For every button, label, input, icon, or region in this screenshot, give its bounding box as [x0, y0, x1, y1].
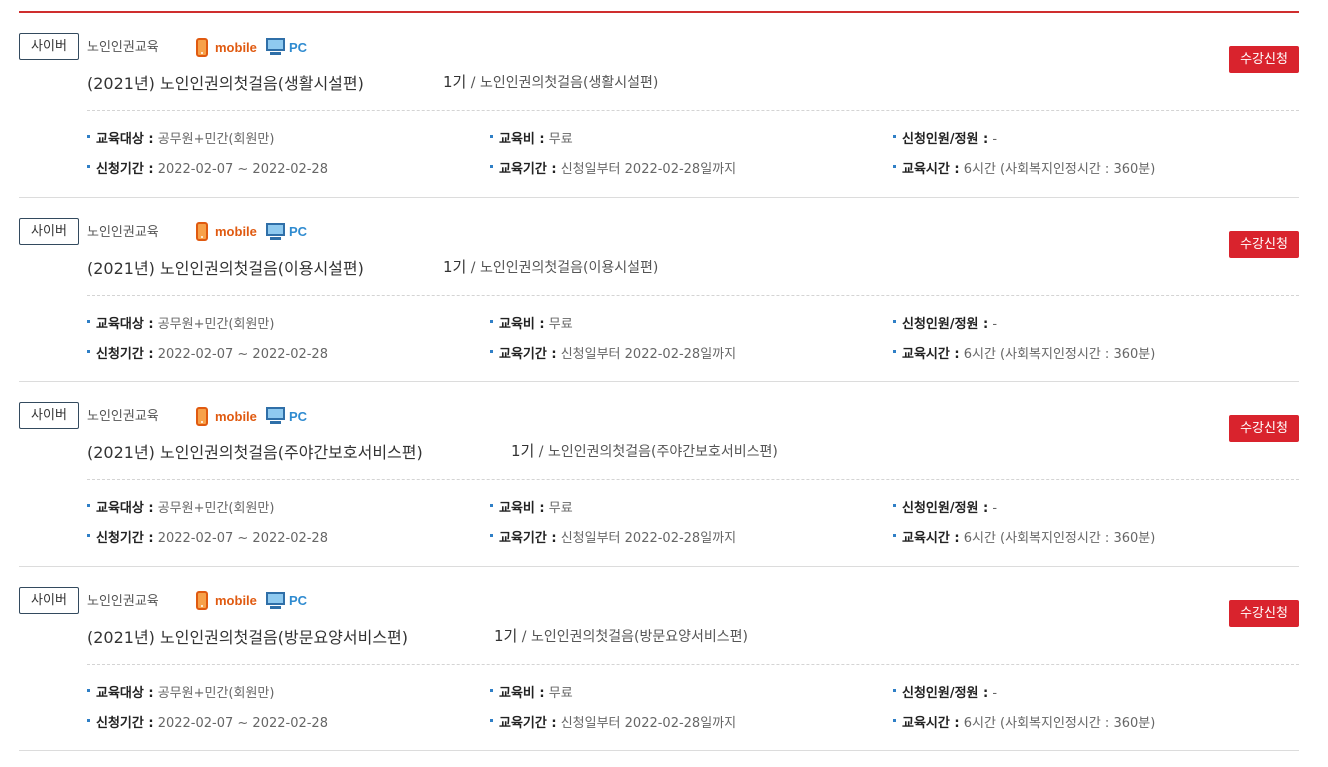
info-edu-period: 교육기간 : 신청일부터 2022-02-28일까지: [490, 527, 736, 546]
info-apply-period: 신청기간 : 2022-02-07 ~ 2022-02-28: [87, 343, 328, 362]
mobile-support: mobile: [196, 36, 257, 58]
course-round: 1기 / 노인인권의첫걸음(생활시설편): [443, 71, 658, 92]
round-number: 1기: [443, 257, 467, 276]
info-quota: 신청인원/정원 : -: [893, 497, 997, 516]
info-fee: 교육비 : 무료: [490, 497, 573, 516]
info-apply-period: 신청기간 : 2022-02-07 ~ 2022-02-28: [87, 158, 328, 177]
apply-button[interactable]: 수강신청: [1229, 415, 1299, 442]
course-item: 사이버 노인인권교육 mobile PC 수강신청 (2021년) 노인인권의첫…: [19, 567, 1299, 751]
round-number: 1기: [511, 442, 535, 460]
apply-button[interactable]: 수강신청: [1229, 46, 1299, 73]
pc-support: PC: [266, 221, 307, 243]
mobile-label: mobile: [215, 224, 257, 239]
apply-button[interactable]: 수강신청: [1229, 230, 1299, 258]
smartphone-icon: [196, 37, 208, 57]
smartphone-icon: [196, 222, 208, 241]
round-course-name: / 노인인권의첫걸음(방문요양서비스편): [517, 628, 748, 645]
info-fee: 교육비 : 무료: [490, 128, 573, 147]
info-edu-time: 교육시간 : 6시간 (사회복지인정시간 : 360분): [893, 158, 1155, 177]
info-edu-time: 교육시간 : 6시간 (사회복지인정시간 : 360분): [893, 343, 1155, 362]
info-apply-period: 신청기간 : 2022-02-07 ~ 2022-02-28: [87, 527, 328, 546]
info-target: 교육대상 : 공무원+민간(회원만): [87, 313, 274, 332]
mobile-label: mobile: [215, 593, 257, 608]
monitor-icon: [266, 591, 285, 610]
course-category: 노인인권교육: [87, 409, 159, 424]
pc-label: PC: [289, 39, 308, 55]
monitor-icon: [266, 407, 285, 425]
info-edu-time: 교육시간 : 6시간 (사회복지인정시간 : 360분): [893, 712, 1155, 731]
round-course-name: / 노인인권의첫걸음(주야간보호서비스편): [534, 444, 778, 460]
mobile-label: mobile: [215, 39, 257, 55]
course-type-badge: 사이버: [19, 586, 79, 614]
divider: [87, 663, 1299, 665]
pc-support: PC: [266, 36, 307, 58]
info-quota: 신청인원/정원 : -: [893, 313, 997, 332]
info-edu-period: 교육기간 : 신청일부터 2022-02-28일까지: [490, 158, 736, 177]
info-apply-period: 신청기간 : 2022-02-07 ~ 2022-02-28: [87, 712, 328, 731]
info-fee: 교육비 : 무료: [490, 313, 573, 332]
round-number: 1기: [443, 73, 467, 91]
mobile-label: mobile: [215, 408, 257, 424]
info-quota: 신청인원/정원 : -: [893, 128, 997, 147]
course-type-badge: 사이버: [19, 402, 79, 429]
course-title[interactable]: (2021년) 노인인권의첫걸음(이용시설편): [87, 255, 364, 279]
apply-button[interactable]: 수강신청: [1229, 599, 1299, 627]
course-round: 1기 / 노인인권의첫걸음(주야간보호서비스편): [511, 440, 778, 461]
monitor-icon: [266, 38, 285, 56]
course-category: 노인인권교육: [87, 224, 159, 240]
divider: [87, 294, 1299, 296]
pc-support: PC: [266, 405, 307, 427]
divider: [87, 479, 1299, 480]
course-type-badge: 사이버: [19, 33, 79, 60]
mobile-support: mobile: [196, 221, 257, 243]
course-item: 사이버 노인인권교육 mobile PC 수강신청 (2021년) 노인인권의첫…: [19, 382, 1299, 567]
pc-label: PC: [289, 593, 308, 608]
course-title[interactable]: (2021년) 노인인권의첫걸음(방문요양서비스편): [87, 624, 408, 648]
pc-label: PC: [289, 408, 308, 424]
info-target: 교육대상 : 공무원+민간(회원만): [87, 497, 274, 516]
course-type-badge: 사이버: [19, 217, 79, 245]
course-title[interactable]: (2021년) 노인인권의첫걸음(주야간보호서비스편): [87, 439, 423, 463]
info-fee: 교육비 : 무료: [490, 682, 573, 701]
info-target: 교육대상 : 공무원+민간(회원만): [87, 128, 274, 147]
course-list: 사이버 노인인권교육 mobile PC 수강신청 (2021년) 노인인권의첫…: [19, 13, 1299, 751]
mobile-support: mobile: [196, 405, 257, 427]
info-quota: 신청인원/정원 : -: [893, 682, 997, 701]
info-edu-time: 교육시간 : 6시간 (사회복지인정시간 : 360분): [893, 527, 1155, 546]
info-edu-period: 교육기간 : 신청일부터 2022-02-28일까지: [490, 343, 736, 362]
round-number: 1기: [494, 626, 518, 645]
smartphone-icon: [196, 406, 208, 426]
course-category: 노인인권교육: [87, 593, 159, 609]
smartphone-icon: [196, 591, 208, 610]
course-item: 사이버 노인인권교육 mobile PC 수강신청 (2021년) 노인인권의첫…: [19, 198, 1299, 382]
pc-label: PC: [289, 224, 308, 239]
monitor-icon: [266, 222, 285, 241]
course-category: 노인인권교육: [87, 40, 159, 55]
round-course-name: / 노인인권의첫걸음(생활시설편): [466, 75, 659, 91]
mobile-support: mobile: [196, 590, 257, 612]
pc-support: PC: [266, 590, 307, 612]
info-target: 교육대상 : 공무원+민간(회원만): [87, 682, 274, 701]
divider: [87, 110, 1299, 111]
course-item: 사이버 노인인권교육 mobile PC 수강신청 (2021년) 노인인권의첫…: [19, 13, 1299, 198]
course-round: 1기 / 노인인권의첫걸음(방문요양서비스편): [494, 625, 748, 646]
course-round: 1기 / 노인인권의첫걸음(이용시설편): [443, 256, 658, 277]
course-title[interactable]: (2021년) 노인인권의첫걸음(생활시설편): [87, 70, 364, 94]
round-course-name: / 노인인권의첫걸음(이용시설편): [466, 259, 659, 276]
info-edu-period: 교육기간 : 신청일부터 2022-02-28일까지: [490, 712, 736, 731]
